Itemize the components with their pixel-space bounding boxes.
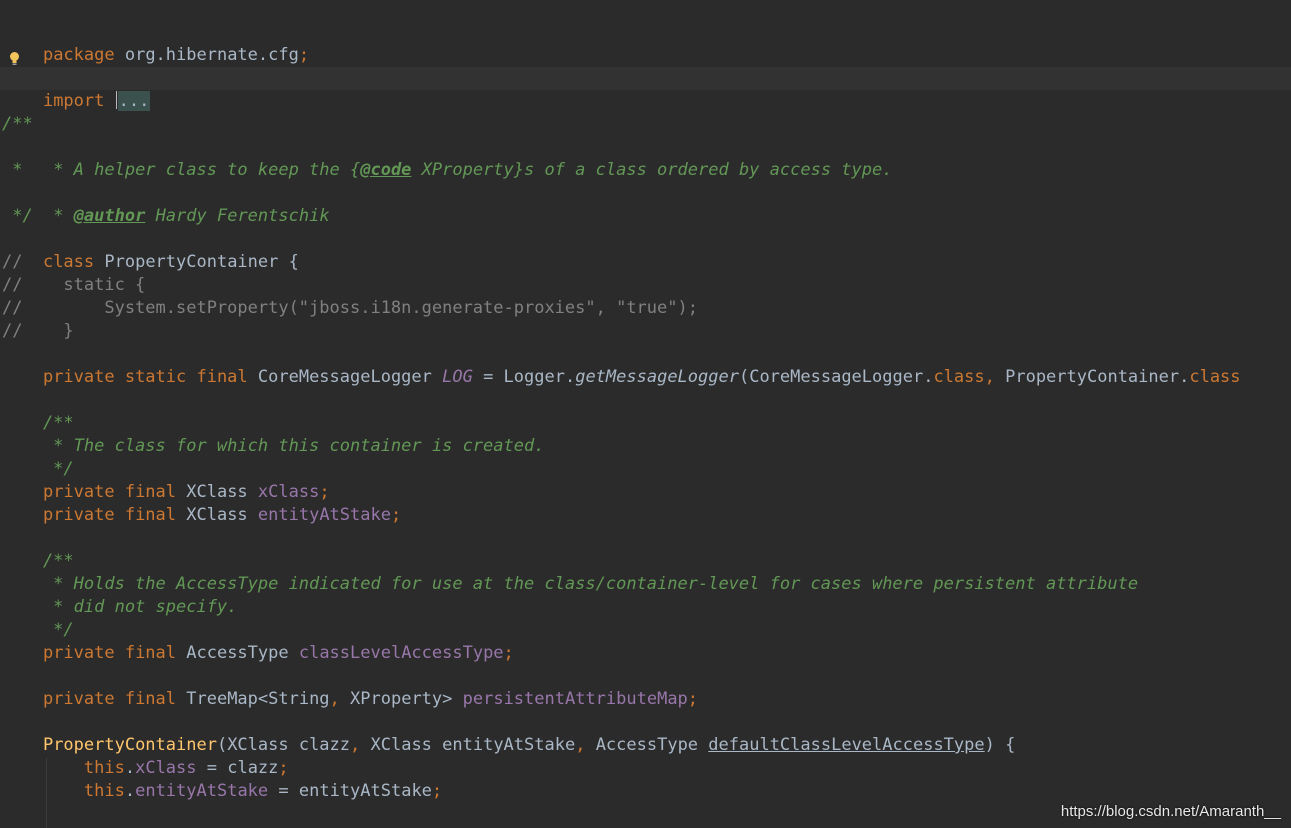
keyword: package	[42, 45, 115, 65]
code-line-import[interactable]: import ...	[2, 67, 151, 111]
semicolon: ;	[390, 505, 402, 525]
code-line-package[interactable]: package org.hibernate.cfg;	[2, 21, 309, 65]
code-line-class-declaration[interactable]: class PropertyContainer {	[2, 228, 299, 272]
type-name: AccessType	[176, 643, 299, 663]
field-name: entityAtStake	[257, 505, 391, 525]
static-field: LOG	[442, 367, 473, 387]
doc-tag: @code	[360, 160, 412, 180]
code-line-comment[interactable]: // }	[2, 320, 74, 343]
doc-tag: @author	[73, 206, 146, 226]
keyword: this	[83, 781, 125, 801]
parameter-type: AccessType	[585, 735, 709, 755]
field-name: persistentAttributeMap	[462, 689, 688, 709]
comma: ,	[575, 735, 586, 755]
doc-text: * A helper class to keep the {	[42, 160, 361, 180]
doc-text: *	[42, 206, 74, 226]
semicolon: ;	[431, 781, 443, 801]
dot: .	[124, 758, 136, 778]
type-name: CoreMessageLogger	[247, 367, 443, 387]
type-name: XClass	[176, 482, 258, 502]
folded-imports[interactable]: ...	[117, 91, 151, 111]
code-line-doc[interactable]: /**	[2, 412, 74, 435]
code-line-comment[interactable]: // static {	[2, 274, 145, 297]
field-name: entityAtStake	[135, 781, 269, 801]
code-line-doc[interactable]: * @author Hardy Ferentschik	[2, 182, 329, 226]
code-line-field[interactable]: private final XClass xClass;	[2, 481, 330, 504]
type-name: TreeMap<String	[176, 689, 330, 709]
code-line-doc[interactable]: *	[2, 159, 22, 182]
type-name: XClass	[176, 505, 258, 525]
code-line-field[interactable]: private final TreeMap<String, XProperty>…	[2, 688, 698, 711]
code-editor[interactable]: package org.hibernate.cfg; import ... /*…	[0, 0, 1291, 828]
keyword: this	[83, 758, 125, 778]
code-line-doc[interactable]: * Holds the AccessType indicated for use…	[2, 573, 1138, 596]
field-name: xClass	[135, 758, 197, 778]
code-line-logger-field[interactable]: private static final CoreMessageLogger L…	[2, 366, 1241, 389]
keyword: class	[42, 252, 95, 272]
package-name: org.hibernate.cfg	[114, 45, 299, 65]
keyword: private final	[42, 505, 177, 525]
current-line-highlight	[0, 67, 1291, 90]
keyword: class	[933, 367, 985, 387]
type-name: XProperty>	[339, 689, 463, 709]
field-name: classLevelAccessType	[298, 643, 504, 663]
keyword: private final	[42, 689, 177, 709]
code-line-field[interactable]: private final AccessType classLevelAcces…	[2, 642, 514, 665]
code-line-doc[interactable]: */	[2, 619, 73, 642]
code-text: = entityAtStake	[268, 781, 432, 801]
text-caret	[115, 91, 117, 109]
comma: ,	[350, 735, 361, 755]
semicolon: ;	[503, 643, 514, 663]
method-call: getMessageLogger	[575, 367, 739, 387]
code-text: (CoreMessageLogger.	[738, 367, 934, 387]
dot: .	[124, 781, 136, 801]
code-line-doc[interactable]: * The class for which this container is …	[2, 435, 544, 458]
code-line-doc[interactable]: * did not specify.	[2, 596, 237, 619]
semicolon: ;	[687, 689, 699, 709]
watermark: https://blog.csdn.net/Amaranth__	[1060, 803, 1281, 820]
keyword: import	[42, 91, 105, 111]
keyword: private final	[42, 643, 177, 663]
semicolon: ;	[298, 45, 310, 65]
keyword: private static final	[42, 367, 248, 387]
code-line-assignment[interactable]: this.xClass = clazz;	[2, 757, 289, 780]
code-line-doc[interactable]: */	[2, 458, 73, 481]
code-line-comment[interactable]: //	[2, 251, 22, 274]
doc-text: XProperty}s of a class ordered by access…	[411, 160, 893, 180]
code-text: = Logger.	[472, 367, 576, 387]
code-line-field[interactable]: private final XClass entityAtStake;	[2, 504, 401, 527]
class-name: PropertyContainer {	[94, 252, 299, 272]
keyword: private final	[42, 482, 177, 502]
code-line-doc[interactable]: * A helper class to keep the {@code XPro…	[2, 136, 892, 180]
comma: ,	[984, 367, 995, 387]
code-line-constructor[interactable]: PropertyContainer(XClass clazz, XClass e…	[2, 734, 1015, 757]
field-name: xClass	[257, 482, 320, 502]
comma: ,	[329, 689, 340, 709]
semicolon: ;	[319, 482, 330, 502]
unused-parameter: defaultClassLevelAccessType	[708, 735, 985, 755]
constructor-name: PropertyContainer	[42, 735, 217, 755]
doc-text: Hardy Ferentschik	[145, 206, 330, 226]
semicolon: ;	[278, 758, 289, 778]
code-text: = clazz	[196, 758, 279, 778]
parameter: (XClass clazz	[216, 735, 351, 755]
code-line-doc[interactable]: */	[2, 205, 32, 228]
code-line-doc[interactable]: /**	[2, 550, 74, 573]
code-line-assignment[interactable]: this.entityAtStake = entityAtStake;	[2, 780, 442, 803]
parameter: XClass entityAtStake	[360, 735, 576, 755]
code-line-doc[interactable]: /**	[2, 113, 33, 136]
code-text: ) {	[984, 735, 1016, 755]
code-text: PropertyContainer.	[994, 367, 1190, 387]
keyword: class	[1189, 367, 1241, 387]
code-line-comment[interactable]: // System.setProperty("jboss.i18n.genera…	[2, 297, 698, 320]
